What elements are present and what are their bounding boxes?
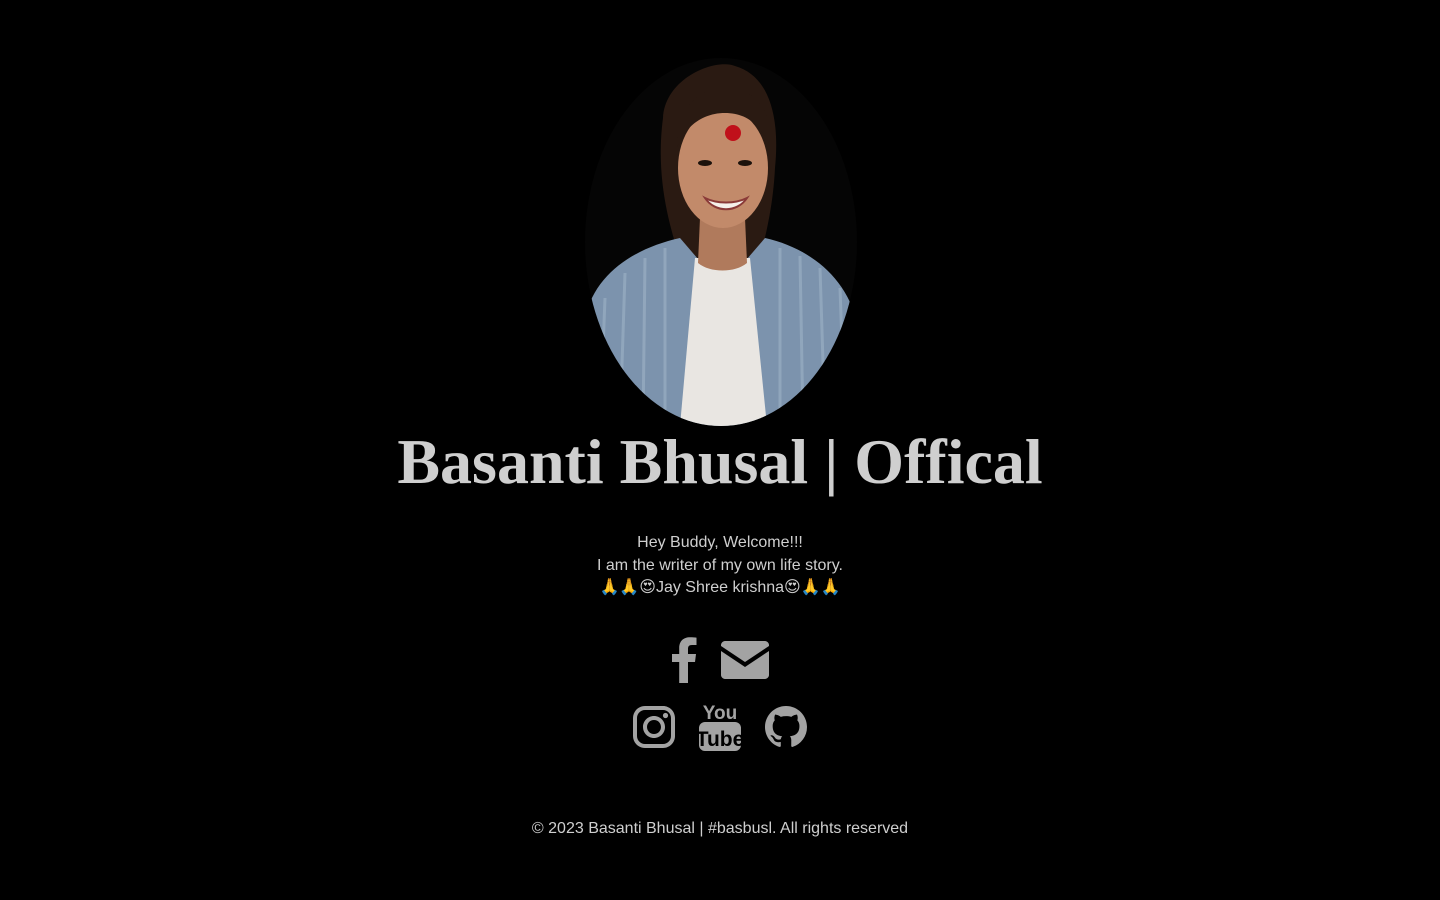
bio-line-blessing: 🙏🙏😍Jay Shree krishna😍🙏🙏 — [599, 579, 841, 596]
instagram-icon — [633, 706, 675, 748]
youtube-icon: You Tube — [699, 703, 741, 751]
social-row-secondary: You Tube — [0, 700, 1440, 754]
profile-photo — [585, 58, 857, 426]
youtube-link[interactable]: You Tube — [699, 702, 741, 752]
page-title: Basanti Bhusal | Offical — [397, 426, 1043, 497]
github-link[interactable] — [765, 706, 807, 748]
bio-line-greeting: Hey Buddy, Welcome!!! — [637, 534, 803, 551]
svg-text:You: You — [703, 703, 737, 724]
bio: Hey Buddy, Welcome!!! I am the writer of… — [0, 532, 1440, 600]
bio-line-tagline: I am the writer of my own life story. — [597, 556, 843, 574]
email-link[interactable] — [721, 641, 769, 679]
social-row-primary — [0, 632, 1440, 688]
footer-copyright: © 2023 Basanti Bhusal | #basbusl. All ri… — [531, 820, 909, 837]
envelope-icon — [721, 641, 769, 679]
facebook-link[interactable] — [671, 637, 697, 683]
instagram-link[interactable] — [633, 706, 675, 748]
svg-text:Tube: Tube — [699, 728, 741, 751]
github-icon — [765, 706, 807, 747]
page: Basanti Bhusal | Offical Hey Buddy, Welc… — [0, 0, 1440, 900]
facebook-icon — [672, 637, 697, 683]
